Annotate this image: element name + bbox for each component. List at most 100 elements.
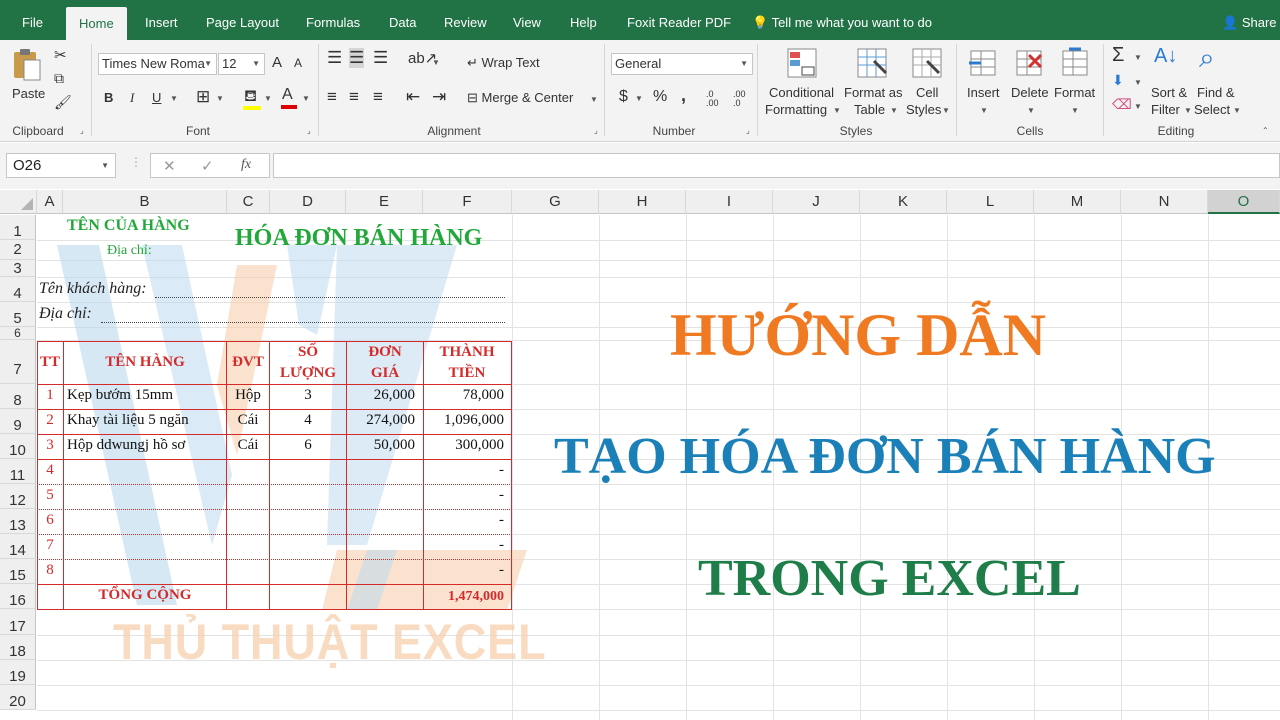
- chevron-down-icon[interactable]: ▼: [590, 95, 598, 104]
- column-header-d[interactable]: D: [270, 190, 346, 214]
- fill-color-icon[interactable]: ⛾: [244, 87, 257, 107]
- align-center-icon[interactable]: ≡: [349, 87, 359, 107]
- column-header-n[interactable]: N: [1121, 190, 1208, 214]
- align-left-icon[interactable]: ≡: [327, 87, 337, 107]
- column-header-k[interactable]: K: [860, 190, 947, 214]
- font-name-select[interactable]: Times New Roma ▼: [98, 53, 217, 75]
- number-format-select[interactable]: General ▼: [611, 53, 753, 75]
- sort-filter-icon[interactable]: A↓: [1154, 45, 1177, 68]
- worksheet-grid[interactable]: THỦ THUẬT EXCEL TÊN CỦA HÀNG Địa chỉ: HÓ…: [37, 215, 1280, 720]
- format-cells-button[interactable]: [1059, 47, 1091, 82]
- find-select-icon[interactable]: ⌕: [1199, 42, 1215, 75]
- column-header-f[interactable]: F: [423, 190, 512, 214]
- chevron-down-icon[interactable]: ▼: [833, 106, 841, 115]
- row-header-16[interactable]: 16: [0, 584, 36, 609]
- sort-filter-label-1[interactable]: Sort &: [1151, 85, 1187, 100]
- row-header-4[interactable]: 4: [0, 277, 36, 302]
- tab-foxit[interactable]: Foxit Reader PDF: [627, 0, 731, 40]
- name-box[interactable]: O26 ▼: [6, 153, 116, 178]
- number-launcher-icon[interactable]: ⌟: [746, 126, 750, 135]
- percent-button[interactable]: %: [653, 88, 667, 106]
- borders-icon[interactable]: ⊞: [196, 87, 210, 107]
- chevron-down-icon[interactable]: ▼: [216, 94, 224, 103]
- column-header-g[interactable]: G: [512, 190, 599, 214]
- row-header-6[interactable]: 6: [0, 327, 36, 340]
- comma-button[interactable]: ,: [681, 85, 686, 106]
- format-as-table-button[interactable]: [856, 47, 888, 82]
- insert-cells-button[interactable]: [967, 47, 999, 82]
- clipboard-launcher-icon[interactable]: ⌟: [80, 126, 84, 135]
- italic-button[interactable]: I: [130, 90, 134, 106]
- row-header-1[interactable]: 1: [0, 215, 36, 240]
- column-header-a[interactable]: A: [37, 190, 63, 214]
- row-header-20[interactable]: 20: [0, 685, 36, 710]
- delete-cells-button[interactable]: [1013, 47, 1045, 82]
- chevron-down-icon[interactable]: ▼: [1134, 102, 1142, 111]
- chevron-down-icon[interactable]: ▼: [264, 94, 272, 103]
- font-size-select[interactable]: 12 ▼: [218, 53, 265, 75]
- chevron-down-icon[interactable]: ▼: [432, 58, 440, 67]
- column-header-e[interactable]: E: [346, 190, 423, 214]
- select-all-corner[interactable]: [0, 190, 37, 214]
- column-header-c[interactable]: C: [227, 190, 270, 214]
- tab-view[interactable]: View: [513, 0, 541, 40]
- fx-icon[interactable]: fx: [241, 157, 251, 173]
- tab-home[interactable]: Home: [66, 7, 127, 40]
- decrease-decimal-button[interactable]: .00 .0: [733, 90, 755, 108]
- row-header-12[interactable]: 12: [0, 484, 36, 509]
- chevron-down-icon[interactable]: ▼: [1027, 106, 1035, 115]
- format-painter-icon[interactable]: 🖌: [54, 94, 72, 111]
- collapse-ribbon-icon[interactable]: ⌃: [1262, 126, 1269, 135]
- increase-decimal-button[interactable]: .0 .00: [706, 90, 728, 108]
- chevron-down-icon[interactable]: ▼: [980, 106, 988, 115]
- autosum-icon[interactable]: Σ: [1112, 44, 1124, 67]
- tell-me-search[interactable]: 💡 Tell me what you want to do: [752, 0, 932, 40]
- increase-indent-icon[interactable]: ⇥: [432, 87, 446, 107]
- row-header-17[interactable]: 17: [0, 609, 36, 635]
- chevron-down-icon[interactable]: ▼: [635, 94, 643, 103]
- shrink-font-button[interactable]: A: [294, 56, 302, 70]
- chevron-down-icon[interactable]: ▼: [942, 106, 950, 115]
- wrap-text-button[interactable]: ↵ Wrap Text: [467, 55, 540, 71]
- tab-help[interactable]: Help: [570, 0, 597, 40]
- share-button[interactable]: 👤 Share: [1222, 0, 1277, 40]
- align-bottom-icon[interactable]: ☰: [373, 48, 388, 68]
- chevron-down-icon[interactable]: ▼: [1233, 106, 1241, 115]
- chevron-down-icon[interactable]: ▼: [302, 94, 310, 103]
- font-color-button[interactable]: A: [282, 86, 293, 104]
- tab-review[interactable]: Review: [444, 0, 487, 40]
- tab-page-layout[interactable]: Page Layout: [206, 0, 279, 40]
- row-header-13[interactable]: 13: [0, 509, 36, 534]
- column-header-b[interactable]: B: [63, 190, 227, 214]
- paste-button[interactable]: [10, 48, 44, 85]
- align-right-icon[interactable]: ≡: [373, 87, 383, 107]
- column-header-l[interactable]: L: [947, 190, 1034, 214]
- row-header-9[interactable]: 9: [0, 409, 36, 434]
- tab-data[interactable]: Data: [389, 0, 416, 40]
- decrease-indent-icon[interactable]: ⇤: [406, 87, 420, 107]
- grow-font-button[interactable]: A: [272, 54, 282, 71]
- row-header-8[interactable]: 8: [0, 384, 36, 409]
- chevron-down-icon[interactable]: ▼: [170, 94, 178, 103]
- tab-formulas[interactable]: Formulas: [306, 0, 360, 40]
- fill-icon[interactable]: ⬇: [1112, 72, 1124, 89]
- row-header-14[interactable]: 14: [0, 534, 36, 559]
- conditional-formatting-button[interactable]: [786, 47, 818, 82]
- align-top-icon[interactable]: ☰: [327, 48, 342, 68]
- formula-input[interactable]: [273, 153, 1280, 178]
- currency-button[interactable]: $: [619, 88, 628, 106]
- column-header-o[interactable]: O: [1208, 190, 1280, 214]
- column-header-h[interactable]: H: [599, 190, 686, 214]
- cell-styles-button[interactable]: [911, 47, 943, 82]
- chevron-down-icon[interactable]: ▼: [1134, 53, 1142, 62]
- merge-center-button[interactable]: ⊟ Merge & Center: [467, 90, 573, 106]
- chevron-down-icon[interactable]: ▼: [1134, 78, 1142, 87]
- row-header-18[interactable]: 18: [0, 635, 36, 660]
- column-header-j[interactable]: J: [773, 190, 860, 214]
- column-header-m[interactable]: M: [1034, 190, 1121, 214]
- row-header-15[interactable]: 15: [0, 559, 36, 584]
- chevron-down-icon[interactable]: ▼: [1184, 106, 1192, 115]
- font-launcher-icon[interactable]: ⌟: [307, 126, 311, 135]
- bold-button[interactable]: B: [104, 90, 113, 105]
- row-header-5[interactable]: 5: [0, 302, 36, 327]
